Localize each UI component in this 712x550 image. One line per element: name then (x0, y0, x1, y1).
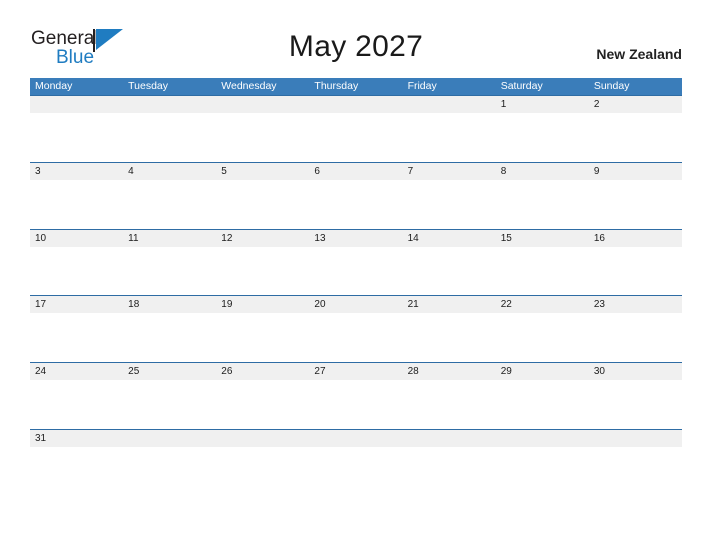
day-cell[interactable]: 8 (496, 163, 589, 180)
day-cell[interactable]: 21 (403, 296, 496, 313)
day-cell[interactable] (216, 430, 309, 447)
week-note-area[interactable] (30, 446, 682, 495)
day-cell[interactable]: 2 (589, 96, 682, 113)
day-cell[interactable]: 20 (309, 296, 402, 313)
week-note-area[interactable] (30, 246, 682, 295)
weekday-header-friday: Friday (407, 80, 437, 92)
day-cell[interactable]: 22 (496, 296, 589, 313)
day-cell[interactable]: 3 (30, 163, 123, 180)
calendar-page: General Blue May 2027 New Zealand Monday… (0, 0, 712, 550)
day-cell[interactable]: 9 (589, 163, 682, 180)
week-date-band: 10 11 12 13 14 15 16 (30, 229, 682, 247)
day-cell[interactable]: 28 (403, 363, 496, 380)
day-cell[interactable]: 12 (216, 230, 309, 247)
week-row: 24 25 26 27 28 29 30 (30, 362, 682, 429)
weekday-header-sunday: Sunday (593, 80, 630, 92)
page-header: General Blue May 2027 New Zealand (0, 0, 712, 78)
week-date-band: 24 25 26 27 28 29 30 (30, 363, 682, 381)
week-row: 3 4 5 6 7 8 9 (30, 161, 682, 229)
week-date-band: 17 18 19 20 21 22 23 (30, 296, 682, 314)
week-date-band: 1 2 (30, 96, 682, 113)
weekday-header-saturday: Saturday (500, 80, 543, 92)
day-cell[interactable]: 30 (589, 363, 682, 380)
day-cell[interactable]: 19 (216, 296, 309, 313)
day-cell[interactable]: 5 (216, 163, 309, 180)
day-cell[interactable] (403, 430, 496, 447)
day-cell[interactable]: 10 (30, 230, 123, 247)
day-cell[interactable] (123, 430, 216, 447)
week-row: 1 2 (30, 95, 682, 162)
day-cell[interactable] (589, 430, 682, 447)
day-cell[interactable] (216, 96, 309, 113)
week-row: 17 18 19 20 21 22 23 (30, 295, 682, 362)
day-cell[interactable] (309, 430, 402, 447)
day-cell[interactable]: 14 (403, 230, 496, 247)
weekday-header-thursday: Thursday (314, 80, 359, 92)
week-date-band: 31 (30, 429, 682, 447)
day-cell[interactable]: 13 (309, 230, 402, 247)
day-cell[interactable]: 11 (123, 230, 216, 247)
day-cell[interactable] (123, 96, 216, 113)
day-cell[interactable] (30, 96, 123, 113)
day-cell[interactable]: 17 (30, 296, 123, 313)
week-date-band: 3 4 5 6 7 8 9 (30, 162, 682, 180)
day-cell[interactable]: 18 (123, 296, 216, 313)
day-cell[interactable] (309, 96, 402, 113)
day-cell[interactable]: 25 (123, 363, 216, 380)
day-cell[interactable]: 15 (496, 230, 589, 247)
day-cell[interactable]: 24 (30, 363, 123, 380)
week-note-area[interactable] (30, 313, 682, 362)
day-cell[interactable]: 6 (309, 163, 402, 180)
weekday-header-row: Monday Tuesday Wednesday Thursday Friday… (30, 78, 682, 95)
day-cell[interactable]: 7 (403, 163, 496, 180)
day-cell[interactable]: 23 (589, 296, 682, 313)
day-cell[interactable]: 26 (216, 363, 309, 380)
day-cell[interactable]: 4 (123, 163, 216, 180)
week-note-area[interactable] (30, 380, 682, 429)
week-row: 31 (30, 428, 682, 496)
weekday-header-wednesday: Wednesday (221, 80, 277, 92)
day-cell[interactable]: 16 (589, 230, 682, 247)
week-row: 10 11 12 13 14 15 16 (30, 228, 682, 296)
week-note-area[interactable] (30, 113, 682, 161)
day-cell[interactable]: 1 (496, 96, 589, 113)
day-cell[interactable]: 29 (496, 363, 589, 380)
day-cell[interactable] (403, 96, 496, 113)
weekday-header-monday: Monday (35, 80, 73, 92)
weekday-header-tuesday: Tuesday (128, 80, 169, 92)
day-cell[interactable] (496, 430, 589, 447)
week-note-area[interactable] (30, 179, 682, 228)
region-label: New Zealand (596, 46, 682, 62)
calendar-grid: Monday Tuesday Wednesday Thursday Friday… (30, 78, 682, 496)
day-cell[interactable]: 31 (30, 430, 123, 447)
day-cell[interactable]: 27 (309, 363, 402, 380)
